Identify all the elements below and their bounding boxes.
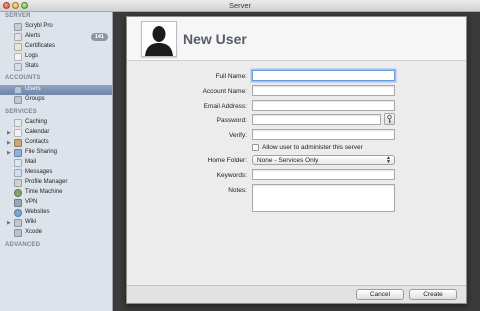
sidebar-item-certificates[interactable]: Certificates (0, 42, 112, 52)
sidebar-item-xcode[interactable]: Xcode (0, 228, 112, 238)
contacts-icon (14, 139, 22, 147)
new-user-sheet: New User Full Name: Account Name: Email … (126, 16, 467, 304)
email-address-label: Email Address: (203, 103, 247, 110)
notes-field[interactable] (252, 184, 395, 212)
user-icon (14, 86, 22, 94)
sidebar-item-groups[interactable]: Groups (0, 95, 112, 105)
sheet-title: New User (183, 31, 247, 47)
vpn-icon (14, 199, 22, 207)
admin-checkbox[interactable] (252, 144, 259, 151)
sidebar-item-alerts[interactable]: Alerts 141 (0, 32, 112, 42)
section-advanced: ADVANCED (5, 242, 41, 248)
home-folder-label: Home Folder: (207, 157, 247, 164)
title-bar: Server (0, 0, 480, 12)
full-name-label: Full Name: (215, 73, 247, 80)
certificate-icon (14, 43, 22, 51)
section-services: SERVICES (5, 109, 37, 115)
sidebar-item-users[interactable]: Users (0, 85, 112, 95)
file-sharing-icon (14, 149, 22, 157)
sidebar: SERVER Scrybl Pro Alerts 141 Certificate… (0, 12, 113, 311)
disclosure-triangle-icon[interactable]: ▶ (7, 130, 11, 136)
stats-icon (14, 63, 22, 71)
websites-icon (14, 209, 22, 217)
xcode-icon (14, 229, 22, 237)
email-address-field[interactable] (252, 100, 395, 111)
full-name-field[interactable] (252, 70, 395, 81)
sidebar-item-stats[interactable]: Stats (0, 62, 112, 72)
sidebar-item-logs[interactable]: Logs (0, 52, 112, 62)
cancel-button[interactable]: Cancel (356, 289, 404, 300)
password-label: Password: (216, 117, 247, 124)
verify-label: Verify: (228, 132, 247, 139)
mail-icon (14, 159, 22, 167)
verify-password-field[interactable] (252, 129, 395, 140)
sidebar-item-file-sharing[interactable]: ▶ File Sharing (0, 148, 112, 158)
logs-icon (14, 53, 22, 61)
disclosure-triangle-icon[interactable]: ▶ (7, 150, 11, 156)
sidebar-item-profile-manager[interactable]: Profile Manager (0, 178, 112, 188)
disclosure-triangle-icon[interactable]: ▶ (7, 220, 11, 226)
sidebar-item-time-machine[interactable]: Time Machine (0, 188, 112, 198)
account-name-field[interactable] (252, 85, 395, 96)
account-name-label: Account Name: (202, 88, 247, 95)
window-title: Server (228, 1, 252, 10)
sidebar-item-messages[interactable]: Messages (0, 168, 112, 178)
sidebar-item-contacts[interactable]: ▶ Contacts (0, 138, 112, 148)
time-machine-icon (14, 189, 22, 197)
key-icon (387, 114, 392, 123)
password-field[interactable] (252, 114, 381, 125)
wiki-icon (14, 219, 22, 227)
group-icon (14, 96, 22, 104)
sidebar-item-websites[interactable]: Websites (0, 208, 112, 218)
section-accounts: ACCOUNTS (5, 75, 41, 81)
profile-manager-icon (14, 179, 22, 187)
home-folder-select[interactable]: None - Services Only ▲ ▼ (252, 155, 395, 165)
keywords-field[interactable] (252, 169, 395, 180)
sheet-header: New User (127, 17, 466, 61)
notes-label: Notes: (228, 187, 247, 194)
keywords-label: Keywords: (216, 172, 247, 179)
person-silhouette-icon (145, 26, 173, 56)
sidebar-item-wiki[interactable]: ▶ Wiki (0, 218, 112, 228)
create-button[interactable]: Create (409, 289, 457, 300)
sheet-footer: Cancel Create (127, 285, 466, 303)
caching-icon (14, 119, 22, 127)
user-avatar-placeholder[interactable] (141, 21, 177, 57)
sidebar-item-vpn[interactable]: VPN (0, 198, 112, 208)
messages-icon (14, 169, 22, 177)
alerts-count-badge: 141 (90, 33, 108, 41)
admin-checkbox-label[interactable]: Allow user to administer this server (262, 144, 363, 151)
select-arrows-icon: ▲ ▼ (386, 155, 391, 165)
sidebar-item-calendar[interactable]: ▶ Calendar (0, 128, 112, 138)
calendar-icon (14, 129, 22, 137)
password-assistant-button[interactable] (384, 113, 395, 125)
disclosure-triangle-icon[interactable]: ▶ (7, 140, 11, 146)
alert-icon (14, 33, 22, 41)
home-folder-value: None - Services Only (257, 157, 319, 164)
section-server: SERVER (5, 13, 31, 19)
sidebar-item-mail[interactable]: Mail (0, 158, 112, 168)
sidebar-item-scrybl-pro[interactable]: Scrybl Pro (0, 22, 112, 32)
server-icon (14, 23, 22, 31)
sidebar-item-caching[interactable]: Caching (0, 118, 112, 128)
server-window: Server SERVER Scrybl Pro Alerts 141 Cert… (0, 0, 480, 311)
